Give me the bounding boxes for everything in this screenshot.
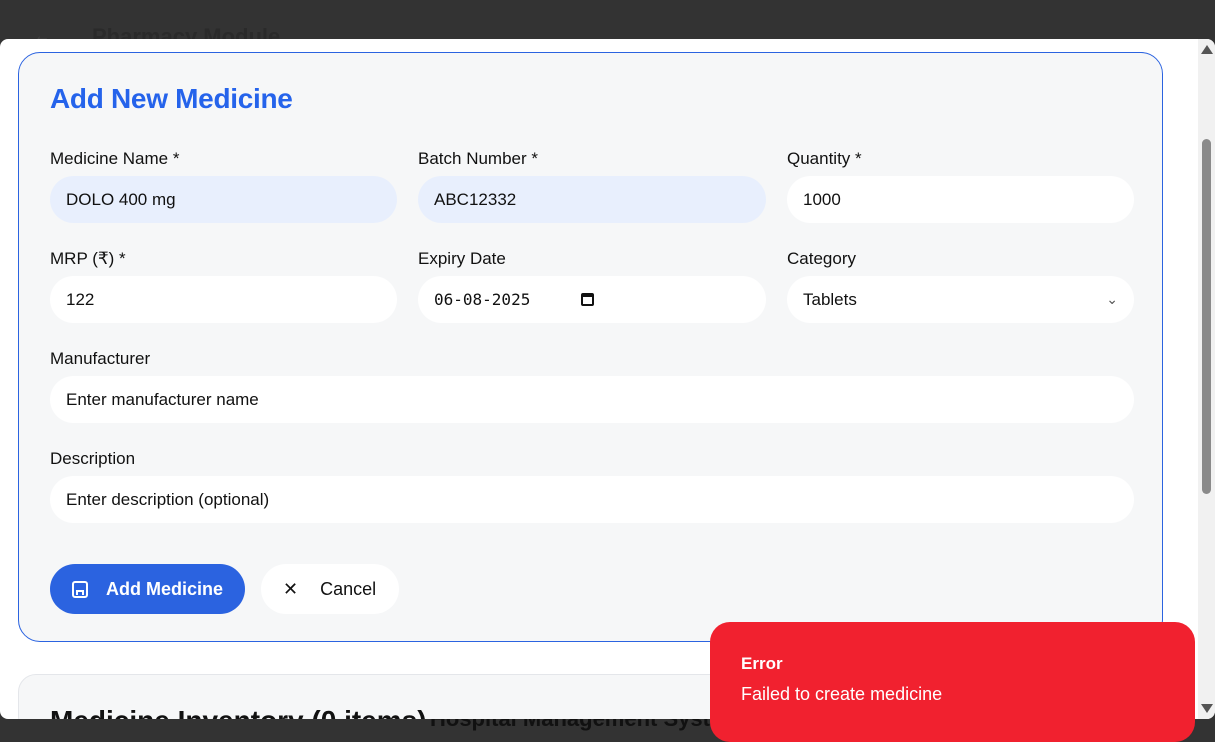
mrp-label: MRP (₹) * xyxy=(50,249,126,268)
medicine-name-field: Medicine Name * DOLO 400 mg xyxy=(50,149,397,223)
quantity-label: Quantity * xyxy=(787,149,862,168)
manufacturer-label: Manufacturer xyxy=(50,349,151,368)
form-title: Add New Medicine xyxy=(50,83,293,114)
quantity-field: Quantity * 1000 xyxy=(787,149,1134,223)
scroll-up-icon[interactable] xyxy=(1201,45,1213,54)
expiry-date-field: Expiry Date 06-08-2025 xyxy=(418,249,766,323)
batch-number-field: Batch Number * ABC12332 xyxy=(418,149,766,223)
batch-number-label: Batch Number * xyxy=(418,149,538,168)
category-label: Category xyxy=(787,249,856,268)
inventory-title: Medicine Inventory (0 items) xyxy=(50,705,427,719)
cancel-button[interactable]: ✕ Cancel xyxy=(261,564,399,614)
batch-number-input[interactable]: ABC12332 xyxy=(418,176,766,223)
manufacturer-input[interactable]: Enter manufacturer name xyxy=(50,376,1134,423)
expiry-date-label: Expiry Date xyxy=(418,249,506,268)
calendar-icon[interactable] xyxy=(581,293,594,306)
medicine-name-input[interactable]: DOLO 400 mg xyxy=(50,176,397,223)
manufacturer-field: Manufacturer Enter manufacturer name xyxy=(50,349,1134,423)
add-medicine-form: Add New Medicine Medicine Name * DOLO 40… xyxy=(18,52,1163,642)
category-field: Category Tablets ⌄ xyxy=(787,249,1134,323)
add-medicine-button[interactable]: Add Medicine xyxy=(50,564,245,614)
toast-title: Error xyxy=(741,654,783,673)
scrollbar[interactable] xyxy=(1198,39,1215,719)
scroll-down-icon[interactable] xyxy=(1201,704,1213,713)
mrp-input[interactable]: 122 xyxy=(50,276,397,323)
description-label: Description xyxy=(50,449,136,468)
scrollbar-thumb[interactable] xyxy=(1202,139,1211,494)
description-input[interactable]: Enter description (optional) xyxy=(50,476,1134,523)
toast-message: Failed to create medicine xyxy=(741,684,943,704)
mrp-field: MRP (₹) * 122 xyxy=(50,249,397,323)
category-select[interactable]: Tablets ⌄ xyxy=(787,276,1134,323)
quantity-input[interactable]: 1000 xyxy=(787,176,1134,223)
error-toast[interactable]: Error Failed to create medicine xyxy=(710,622,1195,742)
expiry-date-input[interactable]: 06-08-2025 xyxy=(418,276,766,323)
add-medicine-modal: Add New Medicine Medicine Name * DOLO 40… xyxy=(0,39,1215,719)
chevron-down-icon: ⌄ xyxy=(1106,291,1118,307)
medicine-name-label: Medicine Name * xyxy=(50,149,180,168)
save-icon xyxy=(72,580,88,598)
close-icon: ✕ xyxy=(283,578,299,599)
description-field: Description Enter description (optional) xyxy=(50,449,1134,523)
